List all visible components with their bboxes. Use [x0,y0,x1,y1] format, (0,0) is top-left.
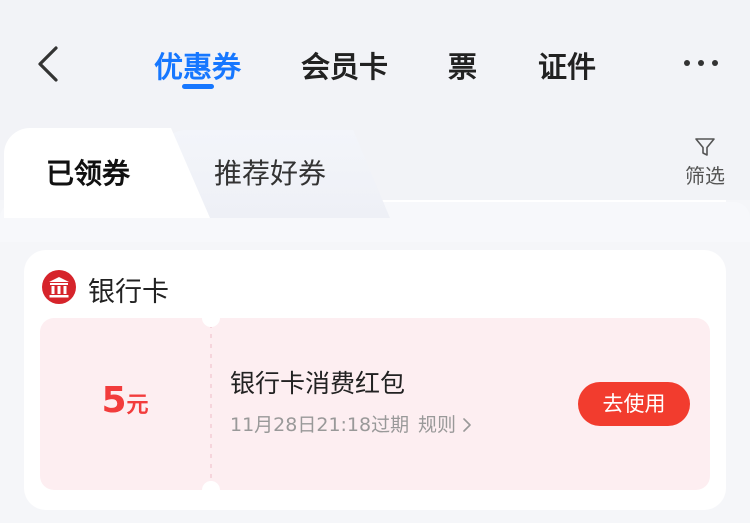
coupon-amount-value: 5 [101,380,127,421]
bank-icon [42,270,76,304]
coupon-notch-bottom [202,481,220,499]
filter-button[interactable]: 筛选 [680,136,730,196]
tab-membership-cards[interactable]: 会员卡 [301,44,388,86]
coupon-notch-top [202,309,220,327]
coupon-value-panel: 5元 [40,318,210,490]
coupon-card[interactable]: 5元 银行卡消费红包 11月28日21:18过期 规则 去使用 [40,309,710,499]
section-title: 银行卡 [88,277,169,308]
subtab-recommended-coupons[interactable]: 推荐好券 [214,152,326,192]
filter-icon [695,138,715,156]
more-horizontal-icon[interactable] [684,60,720,70]
coupon-amount-unit: 元 [126,393,149,418]
use-coupon-button[interactable]: 去使用 [578,382,690,426]
active-tab-indicator [182,84,214,89]
chevron-right-icon [463,418,471,432]
bank-card-section: 银行卡 5元 银行卡消费红包 11月28日21:18过期 规则 去使用 [24,250,726,510]
tab-tickets[interactable]: 票 [448,44,477,86]
tab-coupons[interactable]: 优惠券 [154,44,241,86]
subtab-claimed-coupons[interactable]: 已领券 [46,152,130,192]
top-navigation-bar: 优惠券 会员卡 票 证件 [0,0,750,120]
rules-label: 规则 [418,414,457,436]
coupon-amount: 5元 [40,380,210,421]
coupon-rules-link[interactable]: 规则 [418,410,472,437]
coupon-title: 银行卡消费红包 [230,369,406,398]
coupon-subtabs: 已领券 推荐好券 筛选 [0,128,750,242]
filter-label: 筛选 [685,164,725,188]
chevron-left-icon[interactable] [34,44,64,84]
tab-documents[interactable]: 证件 [538,44,596,86]
coupon-expiry: 11月28日21:18过期 [230,414,410,436]
coupon-details-panel: 银行卡消费红包 11月28日21:18过期 规则 去使用 [212,318,710,490]
